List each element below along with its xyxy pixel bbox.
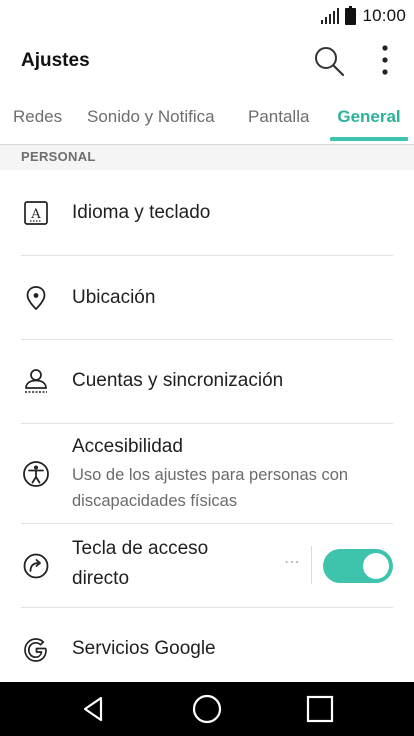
list-item-tecla-acceso-directo[interactable]: Tecla de acceso directo ⋯	[0, 524, 414, 608]
navigation-bar	[0, 682, 414, 736]
accounts-icon	[25, 369, 47, 393]
app-bar: Ajustes	[0, 32, 414, 90]
more-vertical-icon	[382, 45, 388, 75]
svg-text:A: A	[30, 207, 41, 222]
location-pin-icon	[26, 286, 46, 311]
status-bar: 10:00	[0, 0, 414, 32]
home-icon	[192, 694, 222, 724]
home-button[interactable]	[191, 693, 223, 725]
list-item-accesibilidad[interactable]: Accesibilidad Uso de los ajustes para pe…	[0, 424, 414, 524]
search-button[interactable]	[312, 44, 346, 78]
shortcut-toggle[interactable]	[323, 549, 393, 583]
google-icon	[24, 638, 47, 662]
list-item-subtitle: Uso de los ajustes para personas con dis…	[72, 466, 349, 510]
list-item-idioma[interactable]: A Idioma y teclado	[0, 170, 414, 256]
list-item-servicios-google[interactable]: Servicios Google	[0, 608, 414, 682]
search-icon	[315, 47, 345, 77]
list-item-label-line1: Tecla de acceso	[72, 538, 209, 559]
signal-icon	[321, 8, 340, 24]
status-time: 10:00	[362, 6, 406, 25]
back-button[interactable]	[78, 693, 110, 725]
toggle-knob	[363, 553, 389, 579]
list-item-label: Servicios Google	[72, 638, 216, 659]
tab-selected-indicator	[330, 137, 408, 141]
shortcut-key-icon	[23, 553, 49, 579]
list-item-ubicacion[interactable]: Ubicación	[0, 256, 414, 340]
accessibility-icon	[23, 461, 49, 487]
tab-bar: Redes Sonido y Notifica Pantalla General	[0, 90, 414, 144]
list-item-label: Ubicación	[72, 287, 156, 308]
list-item-cuentas[interactable]: Cuentas y sincronización	[0, 340, 414, 424]
battery-icon	[345, 5, 357, 25]
status-icons: 10:00	[321, 5, 406, 27]
tab-redes[interactable]: Redes	[13, 90, 75, 144]
language-icon: A	[24, 201, 48, 225]
more-options-button[interactable]	[370, 42, 400, 80]
tab-pantalla[interactable]: Pantalla	[248, 90, 318, 144]
back-icon	[83, 696, 103, 722]
vertical-separator	[311, 546, 312, 584]
section-header: PERSONAL	[0, 144, 414, 170]
more-dots-icon: ⋯	[284, 554, 301, 571]
recents-button[interactable]	[304, 693, 336, 725]
page-title: Ajustes	[21, 50, 90, 71]
list-item-label: Accesibilidad	[72, 436, 183, 457]
section-title: PERSONAL	[21, 149, 96, 164]
list-item-label: Cuentas y sincronización	[72, 370, 284, 391]
list-item-label-line2: directo	[72, 568, 130, 589]
tab-sonido-notificaciones[interactable]: Sonido y Notifica	[87, 90, 222, 144]
list-item-label: Idioma y teclado	[72, 202, 211, 223]
recents-icon	[306, 695, 334, 723]
tab-general[interactable]: General	[330, 90, 408, 144]
